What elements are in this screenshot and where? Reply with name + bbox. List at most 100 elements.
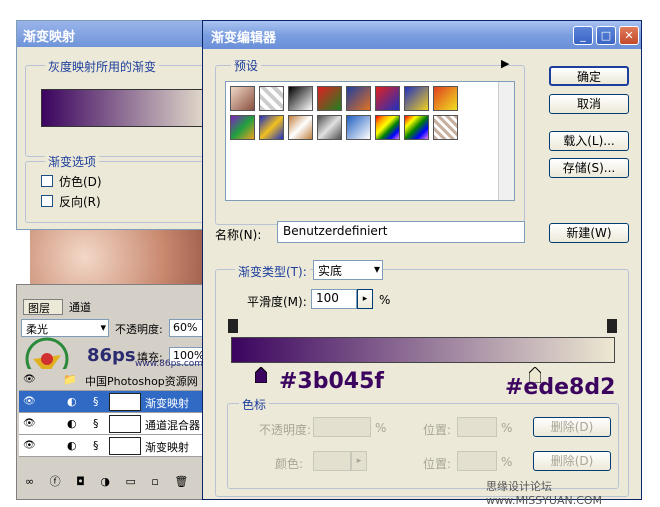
save-button[interactable]: 存储(S)... — [549, 158, 629, 178]
preset-swatch[interactable] — [288, 86, 313, 111]
preset-swatch[interactable] — [259, 115, 284, 140]
reverse-checkbox[interactable] — [41, 195, 53, 207]
maximize-icon[interactable]: □ — [596, 26, 616, 45]
stop-opacity-location-label: 位置: — [423, 423, 452, 437]
new-layer-icon[interactable]: ▫ — [151, 475, 164, 488]
new-button[interactable]: 新建(W) — [549, 223, 629, 243]
preset-swatch[interactable] — [317, 86, 342, 111]
name-label: 名称(N): — [215, 228, 262, 242]
layers-bottom-toolbar: ∞ ⓕ ◘ ◑ ▭ ▫ 🗑 — [19, 473, 209, 493]
eye-icon[interactable]: 👁 — [23, 418, 36, 429]
layer-name: 渐变映射 — [145, 441, 189, 454]
dither-checkbox[interactable] — [41, 175, 53, 187]
presets-scrollbar[interactable] — [498, 82, 514, 200]
smoothness-input[interactable]: 100 — [311, 289, 357, 309]
tab-channels[interactable]: 通道 — [65, 299, 105, 315]
preset-swatch[interactable] — [288, 115, 313, 140]
trash-icon[interactable]: 🗑 — [174, 475, 194, 488]
gradient-map-dialog: 渐变映射 灰度映射所用的渐变 渐变选项 仿色(D) 反向(R) — [16, 20, 217, 230]
chevron-down-icon: ▾ — [373, 262, 380, 276]
stop-color-location-label: 位置: — [423, 457, 452, 471]
gradient-options-legend: 渐变选项 — [45, 153, 100, 170]
preset-swatch[interactable] — [375, 115, 400, 140]
ok-button[interactable]: 确定 — [549, 66, 629, 86]
gradient-map-title: 渐变映射 — [17, 21, 215, 47]
gradient-bar[interactable] — [231, 337, 615, 363]
gradient-type-label: 渐变类型(T): — [235, 263, 310, 280]
presets-menu-icon[interactable]: ▶ — [501, 57, 509, 70]
smoothness-unit: % — [379, 293, 391, 307]
layer-row[interactable]: 👁 ◐ § 渐变映射 — [19, 391, 209, 413]
watermark-86ps: 86ps — [87, 345, 136, 366]
adjustment-icon: ◐ — [67, 395, 77, 408]
stop-opacity-location-unit: % — [501, 421, 513, 435]
delete-opacity-stop-button[interactable]: 删除(D) — [533, 417, 611, 437]
preset-swatch[interactable] — [375, 86, 400, 111]
layers-panel: 图层 通道 柔光 ▾ 不透明度: 60% 填充: 100% 86ps www.8… — [16, 284, 212, 500]
gradient-options-group — [25, 161, 210, 223]
tab-layers[interactable]: 图层 — [23, 299, 63, 315]
stop-color-location-unit: % — [501, 455, 513, 469]
smoothness-stepper-icon[interactable]: ▸ — [357, 289, 373, 309]
layer-name: 渐变映射 — [145, 397, 189, 410]
preset-swatch[interactable] — [259, 86, 284, 111]
chevron-down-icon: ▾ — [100, 321, 106, 334]
layer-mask-thumbnail — [109, 437, 141, 455]
preset-swatch[interactable] — [346, 115, 371, 140]
add-mask-icon[interactable]: ◘ — [76, 475, 91, 488]
preset-swatch[interactable] — [346, 86, 371, 111]
preset-swatch[interactable] — [230, 86, 255, 111]
name-input[interactable]: Benutzerdefiniert — [277, 221, 525, 243]
stop-opacity-location-input[interactable] — [457, 417, 497, 437]
layer-group-row[interactable]: 👁 📁 中国Photoshop资源网 — [19, 369, 209, 391]
end-color-hex: #ede8d2 — [505, 375, 616, 400]
close-icon[interactable]: ✕ — [619, 26, 639, 45]
gradient-type-value: 实底 — [318, 264, 343, 278]
eye-icon[interactable]: 👁 — [23, 374, 36, 385]
reverse-label: 反向(R) — [59, 195, 101, 209]
adjustment-icon: ◐ — [67, 417, 77, 430]
layer-row[interactable]: 👁 ◐ § 渐变映射 — [19, 435, 209, 457]
layer-row[interactable]: 👁 ◐ § 通道混合器 — [19, 413, 209, 435]
stops-group — [227, 403, 619, 489]
eye-icon[interactable]: 👁 — [23, 440, 36, 451]
smoothness-label: 平滑度(M): — [247, 295, 307, 309]
preset-swatch[interactable] — [317, 115, 342, 140]
stop-color-location-input[interactable] — [457, 451, 497, 471]
grayscale-gradient-preview[interactable] — [41, 89, 217, 127]
stops-legend: 色标 — [239, 396, 270, 413]
gradient-editor-dialog: 渐变编辑器 _ □ ✕ 预设 ▶ 确定 取消 载入(L)... 存储(S)...… — [202, 20, 642, 500]
presets-list — [225, 81, 515, 201]
eye-icon[interactable]: 👁 — [23, 396, 36, 407]
grayscale-gradient-legend: 灰度映射所用的渐变 — [45, 58, 160, 75]
stop-color-arrow-icon[interactable]: ▸ — [351, 451, 367, 471]
cancel-button[interactable]: 取消 — [549, 94, 629, 114]
delete-color-stop-button[interactable]: 删除(D) — [533, 451, 611, 471]
gradient-type-select[interactable]: 实底 ▾ — [313, 260, 383, 280]
stop-color-swatch[interactable] — [313, 451, 351, 471]
preset-swatch[interactable] — [404, 86, 429, 111]
link-icon: § — [93, 417, 99, 430]
preset-swatch[interactable] — [404, 115, 429, 140]
dither-label: 仿色(D) — [59, 175, 102, 189]
opacity-stop-right[interactable] — [607, 319, 617, 333]
layer-group-name: 中国Photoshop资源网 — [85, 375, 198, 388]
opacity-stop-left[interactable] — [228, 319, 238, 333]
new-adjustment-icon[interactable]: ◑ — [100, 475, 116, 488]
load-button[interactable]: 载入(L)... — [549, 131, 629, 151]
layer-style-icon[interactable]: ⓕ — [50, 475, 67, 488]
preset-swatch[interactable] — [433, 86, 458, 111]
link-icon: § — [93, 395, 99, 408]
footer-watermark: 思缘设计论坛 www.MISSYUAN.COM — [486, 480, 603, 507]
adjustment-icon: ◐ — [67, 439, 77, 452]
stop-color-label: 颜色: — [275, 457, 304, 471]
minimize-icon[interactable]: _ — [573, 26, 593, 45]
preset-swatch[interactable] — [230, 115, 255, 140]
opacity-label: 不透明度: — [115, 323, 163, 336]
color-stop-left[interactable] — [254, 366, 268, 386]
folder-icon: 📁 — [63, 373, 77, 386]
preset-swatch[interactable] — [433, 115, 458, 140]
new-group-icon[interactable]: ▭ — [125, 475, 141, 488]
link-layers-icon[interactable]: ∞ — [25, 475, 40, 488]
stop-opacity-input[interactable] — [313, 417, 371, 437]
